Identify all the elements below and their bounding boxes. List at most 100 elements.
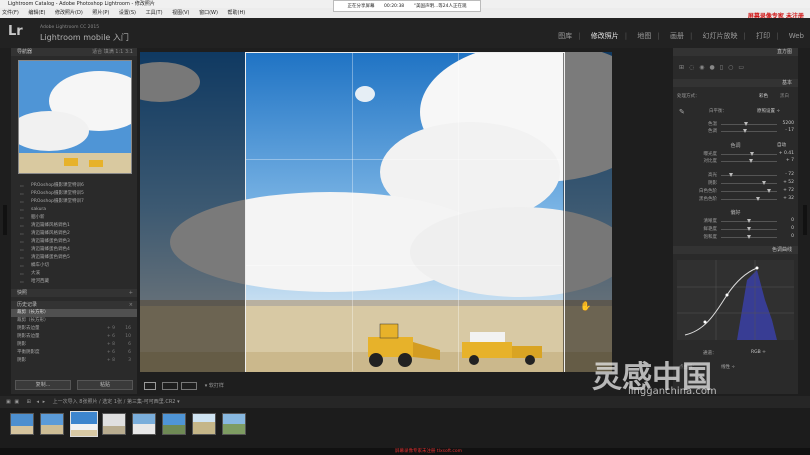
grid-view-icon[interactable]: ⊞ — [27, 399, 31, 405]
before-after-icon[interactable] — [161, 381, 178, 390]
slider-value[interactable]: + 52 — [783, 180, 794, 185]
slider-highlights[interactable]: 高光 - 72 — [673, 172, 798, 179]
module-slideshow[interactable]: 幻灯片放映 — [703, 32, 738, 40]
preset-item[interactable]: 大溪 — [11, 270, 137, 278]
red-eye-icon[interactable]: ● — [710, 64, 720, 71]
preset-item[interactable]: 清迈篇蜂风格调色1 — [11, 222, 137, 230]
spot-removal-icon[interactable]: ◉ — [699, 64, 709, 71]
tone-curve-header[interactable]: 色调曲线 — [673, 246, 798, 254]
crop-frame[interactable] — [245, 52, 565, 372]
filmstrip-thumb-selected[interactable] — [70, 411, 98, 437]
slider-exposure[interactable]: 曝光度 + 0.41 — [673, 151, 798, 158]
slider-knob[interactable] — [748, 159, 753, 163]
history-item[interactable]: 阴影 + 8 3 — [11, 357, 137, 365]
tone-curve-graph[interactable] — [677, 260, 794, 340]
menu-tools[interactable]: 工具(T) — [146, 10, 163, 16]
slider-temp[interactable]: 色温 5200 — [673, 121, 798, 128]
slider-value[interactable]: 0 — [791, 226, 794, 231]
slider-vibrance[interactable]: 鲜艳度 0 — [673, 226, 798, 233]
slider-value[interactable]: + 32 — [783, 196, 794, 201]
filmstrip-thumb[interactable] — [222, 413, 246, 435]
menu-settings[interactable]: 设置(S) — [119, 10, 136, 16]
histogram-header[interactable]: 直方图 — [673, 48, 798, 56]
white-balance-select[interactable]: 原照设置 ÷ — [757, 108, 780, 114]
filmstrip-source[interactable]: 上一次导入 8张照片 / 选定 1张 / 第三集-可可西里.CR2 ▾ — [53, 399, 180, 405]
slider-shadows[interactable]: 阴影 + 52 — [673, 180, 798, 187]
preset-item[interactable]: sakura — [11, 206, 137, 214]
preset-item[interactable]: PROoshop摄影课堂特训6 — [11, 182, 137, 190]
slider-knob[interactable] — [761, 181, 766, 185]
treatment-color[interactable]: 彩色 — [759, 93, 768, 99]
loupe-view-icon[interactable] — [144, 381, 156, 390]
basic-header[interactable]: 基本 — [673, 79, 798, 87]
slider-knob[interactable] — [747, 227, 751, 231]
slider-blacks[interactable]: 黑色色阶 + 32 — [673, 196, 798, 203]
before-after-split-icon[interactable] — [181, 381, 198, 390]
preset-item[interactable]: 清迈篇蜂蛋色调色3 — [11, 238, 137, 246]
navigator-header[interactable]: 导航器 适合 填满 1:1 3:1 — [11, 48, 137, 56]
filmstrip-thumb[interactable] — [132, 413, 156, 435]
history-item[interactable]: 阴影 + 8 6 — [11, 341, 137, 349]
panel-2-icon[interactable]: ▣ — [14, 399, 19, 405]
slider-knob[interactable] — [742, 129, 747, 133]
menu-help[interactable]: 帮助(H) — [228, 10, 246, 16]
auto-tone-button[interactable]: 自动 — [777, 142, 786, 148]
module-web[interactable]: Web — [789, 32, 804, 40]
slider-knob[interactable] — [747, 219, 751, 223]
slider-value[interactable]: 5200 — [783, 121, 794, 126]
radial-filter-icon[interactable]: ○ — [728, 64, 738, 71]
preset-item[interactable]: 清迈篇蜂蛋色调色5 — [11, 254, 137, 262]
filmstrip-thumb[interactable] — [162, 413, 186, 435]
channel-select[interactable]: RGB ÷ — [751, 350, 766, 355]
clear-history-icon[interactable]: × — [129, 301, 133, 309]
white-balance-picker-icon[interactable]: ✎ — [679, 108, 685, 116]
copy-settings-button[interactable]: 复制... — [15, 380, 71, 390]
module-book[interactable]: 画册 — [670, 32, 684, 40]
slider-tint[interactable]: 色调 - 17 — [673, 128, 798, 135]
brush-tool-icon[interactable]: ▭ — [738, 64, 749, 71]
slider-value[interactable]: + 72 — [783, 188, 794, 193]
menu-window[interactable]: 窗口(W) — [199, 10, 218, 16]
next-arrow-icon[interactable]: ▸ — [43, 399, 46, 405]
panel-1-icon[interactable]: ▣ — [6, 399, 11, 405]
preset-item[interactable]: 哈河西藏 — [11, 278, 137, 286]
preset-item[interactable]: PROoshop摄影课堂特训7 — [11, 198, 137, 206]
history-header[interactable]: 历史记录 × — [11, 301, 137, 309]
menu-photo[interactable]: 照片(P) — [92, 10, 109, 16]
slider-value[interactable]: - 72 — [785, 172, 794, 177]
module-map[interactable]: 地图 — [637, 32, 651, 40]
slider-value[interactable]: - 17 — [785, 128, 794, 133]
module-develop[interactable]: 修改照片 — [591, 32, 619, 40]
slider-knob[interactable] — [755, 197, 760, 201]
menu-view[interactable]: 视图(V) — [172, 10, 189, 16]
menu-develop[interactable]: 修改照片(D) — [55, 10, 83, 16]
add-snapshot-icon[interactable]: + — [129, 289, 133, 297]
slider-clarity[interactable]: 清晰度 0 — [673, 218, 798, 225]
preset-item[interactable]: 橘车小切 — [11, 262, 137, 270]
slider-knob[interactable] — [766, 189, 771, 193]
slider-contrast[interactable]: 对比度 + 7 — [673, 158, 798, 165]
filmstrip-thumb[interactable] — [192, 413, 216, 435]
filmstrip-thumb[interactable] — [10, 413, 34, 435]
slider-knob[interactable] — [747, 235, 751, 239]
prev-arrow-icon[interactable]: ◂ — [36, 399, 39, 405]
menu-edit[interactable]: 编辑(E) — [28, 10, 45, 16]
history-item[interactable]: 裁剪（长方形） — [11, 317, 137, 325]
preset-item[interactable]: PROoshop摄影课堂特训5 — [11, 190, 137, 198]
point-curve-select[interactable]: 线性 ÷ — [721, 364, 735, 370]
menu-file[interactable]: 文件(F) — [2, 10, 19, 16]
slider-knob[interactable] — [749, 152, 754, 156]
navigator-zoom-options[interactable]: 适合 填满 1:1 3:1 — [92, 48, 133, 56]
soft-proofing-toggle[interactable]: ▾ 软打样 — [205, 383, 224, 389]
preset-item[interactable]: 胭小新 — [11, 214, 137, 222]
preset-item[interactable]: 清迈篇蜂风格调色2 — [11, 230, 137, 238]
module-print[interactable]: 打印 — [756, 32, 770, 40]
photo-canvas[interactable]: ✋ — [140, 52, 612, 372]
slider-saturation[interactable]: 饱和度 0 — [673, 234, 798, 241]
slider-value[interactable]: + 0.41 — [779, 151, 794, 156]
preset-item[interactable]: 清迈篇蜂蛋色调色4 — [11, 246, 137, 254]
slider-value[interactable]: 0 — [791, 234, 794, 239]
slider-value[interactable]: 0 — [791, 218, 794, 223]
slider-knob[interactable] — [744, 122, 749, 126]
filmstrip-thumb[interactable] — [40, 413, 64, 435]
